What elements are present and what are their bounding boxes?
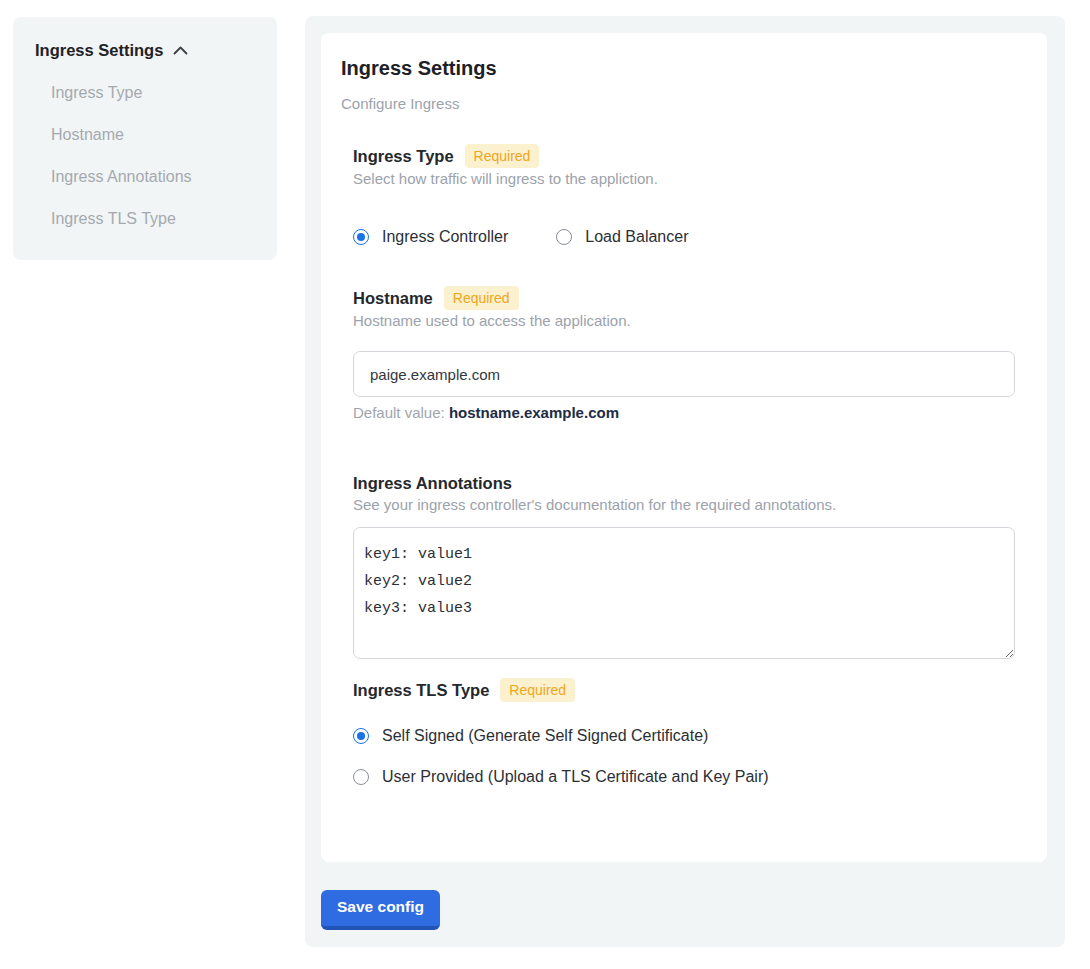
required-badge: Required — [444, 286, 519, 310]
ingress-annotations-textarea[interactable]: key1: value1 key2: value2 key3: value3 — [353, 527, 1015, 659]
ingress-tls-type-label: Ingress TLS Type — [353, 679, 489, 701]
save-config-button[interactable]: Save config — [321, 890, 440, 930]
hostname-label: Hostname — [353, 287, 433, 309]
ingress-type-label: Ingress Type — [353, 145, 454, 167]
radio-user-provided[interactable]: User Provided (Upload a TLS Certificate … — [353, 767, 1015, 787]
required-badge: Required — [465, 144, 540, 168]
ingress-tls-type-options: Self Signed (Generate Self Signed Certif… — [353, 726, 1015, 787]
ingress-type-description: Select how traffic will ingress to the a… — [353, 169, 1015, 189]
chevron-up-icon — [173, 46, 188, 55]
radio-self-signed[interactable]: Self Signed (Generate Self Signed Certif… — [353, 726, 1015, 746]
default-value-label: Default value: — [353, 404, 445, 421]
ingress-settings-card: Ingress Settings Configure Ingress Ingre… — [321, 33, 1047, 862]
radio-selected-icon — [353, 229, 369, 245]
field-ingress-tls-type: Ingress TLS Type Required Self Signed (G… — [353, 678, 1015, 787]
nav-items: Ingress Type Hostname Ingress Annotation… — [35, 83, 277, 229]
nav-item-ingress-annotations[interactable]: Ingress Annotations — [51, 167, 277, 187]
nav-item-hostname[interactable]: Hostname — [51, 125, 277, 145]
hostname-default-value: Default value: hostname.example.com — [353, 403, 1015, 423]
card-title: Ingress Settings — [341, 54, 1015, 82]
radio-label: User Provided (Upload a TLS Certificate … — [382, 767, 769, 787]
nav-item-ingress-type[interactable]: Ingress Type — [51, 83, 277, 103]
radio-selected-icon — [353, 728, 369, 744]
radio-unselected-icon — [556, 229, 572, 245]
nav-section-ingress-settings[interactable]: Ingress Settings — [35, 41, 277, 60]
nav-item-ingress-tls-type[interactable]: Ingress TLS Type — [51, 209, 277, 229]
radio-unselected-icon — [353, 769, 369, 785]
ingress-type-options: Ingress Controller Load Balancer — [353, 227, 1015, 247]
radio-label: Self Signed (Generate Self Signed Certif… — [382, 726, 708, 746]
radio-label: Ingress Controller — [382, 227, 508, 247]
field-ingress-type: Ingress Type Required Select how traffic… — [353, 144, 1015, 247]
ingress-annotations-description: See your ingress controller's documentat… — [353, 495, 1015, 515]
settings-panel: Ingress Settings Configure Ingress Ingre… — [305, 16, 1065, 947]
required-badge: Required — [500, 678, 575, 702]
ingress-annotations-label: Ingress Annotations — [353, 472, 512, 494]
default-value-text: hostname.example.com — [449, 404, 619, 421]
hostname-description: Hostname used to access the application. — [353, 311, 1015, 331]
settings-nav: Ingress Settings Ingress Type Hostname I… — [13, 17, 277, 260]
radio-load-balancer[interactable]: Load Balancer — [556, 227, 688, 247]
field-ingress-annotations: Ingress Annotations See your ingress con… — [353, 472, 1015, 659]
field-hostname: Hostname Required Hostname used to acces… — [353, 286, 1015, 423]
radio-label: Load Balancer — [585, 227, 688, 247]
card-subtitle: Configure Ingress — [341, 94, 1015, 114]
radio-ingress-controller[interactable]: Ingress Controller — [353, 227, 508, 247]
hostname-input[interactable] — [353, 351, 1015, 397]
nav-section-label: Ingress Settings — [35, 41, 163, 60]
